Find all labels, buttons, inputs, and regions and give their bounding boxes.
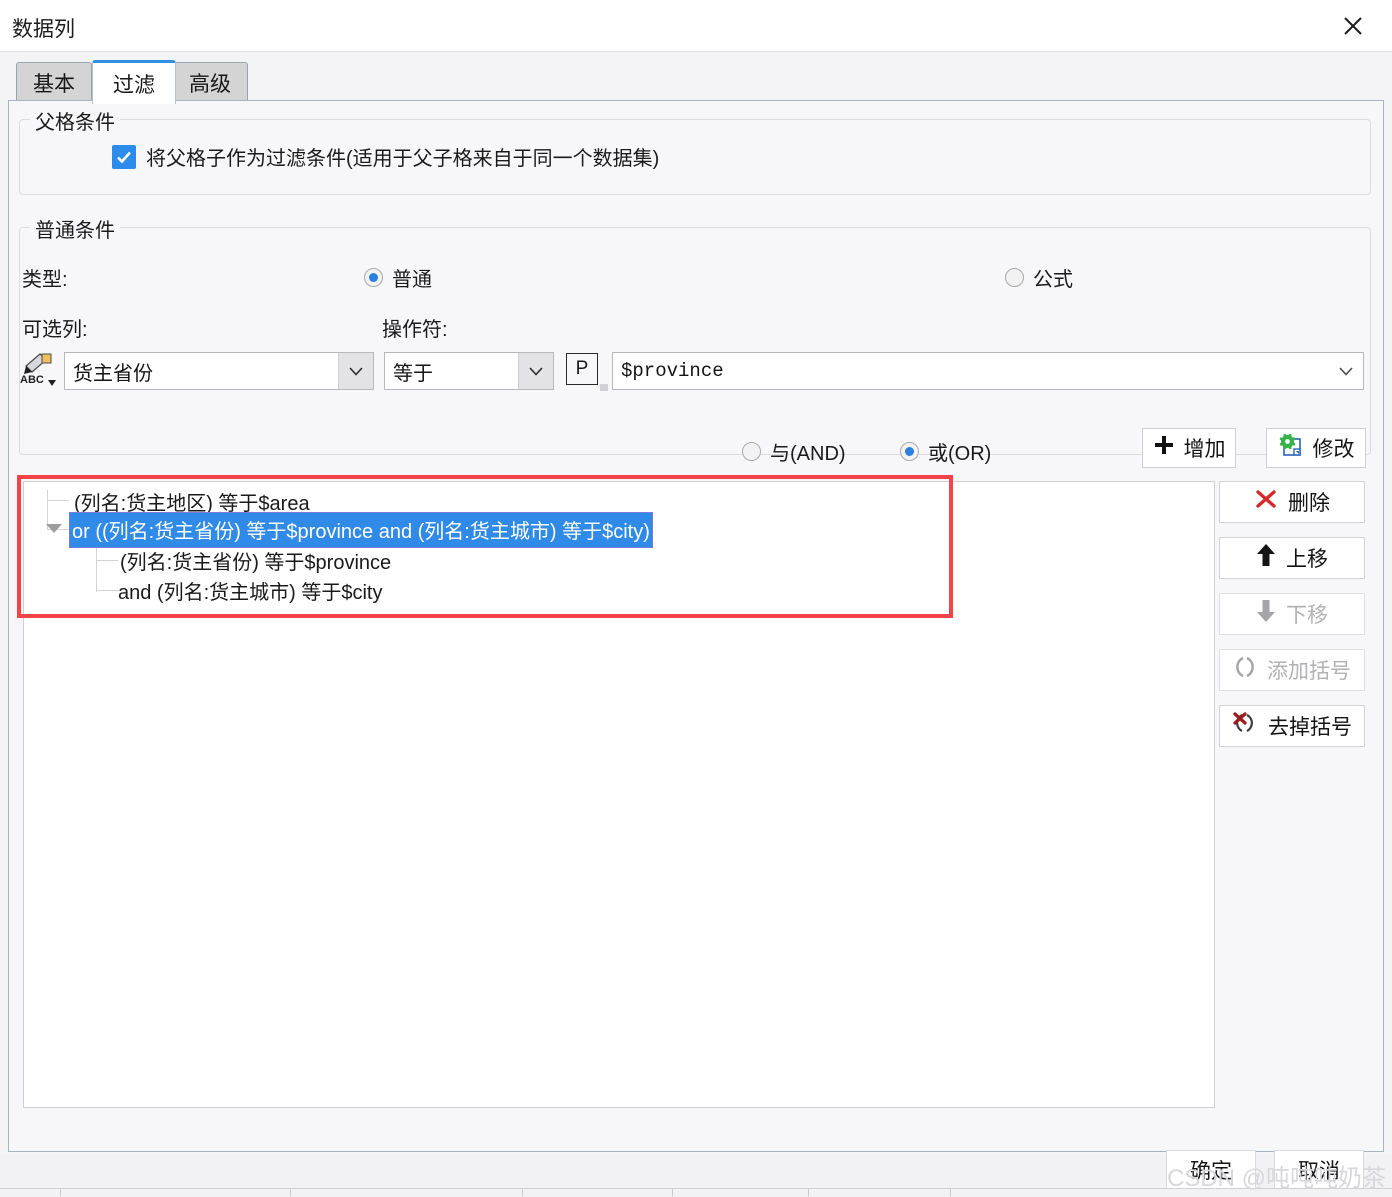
- bottom-tick: [672, 1189, 673, 1196]
- remove-parenthesis-button-label: 去掉括号: [1268, 716, 1352, 739]
- plus-icon: [1153, 434, 1175, 462]
- abc-column-icon: ABC: [18, 352, 62, 390]
- ok-button[interactable]: 确定: [1166, 1150, 1256, 1190]
- radio-normal[interactable]: [364, 268, 383, 287]
- tab-advanced[interactable]: 高级: [172, 62, 248, 102]
- svg-text:ABC: ABC: [20, 374, 44, 386]
- normal-condition-legend: 普通条件: [30, 214, 120, 243]
- radio-or[interactable]: [900, 442, 919, 461]
- logic-radio-and[interactable]: 与(AND): [742, 437, 846, 466]
- add-condition-label: 增加: [1183, 438, 1226, 461]
- close-icon[interactable]: [1322, 0, 1384, 51]
- expand-triangle-icon[interactable]: [46, 524, 62, 533]
- column-combo-value: 货主省份: [73, 362, 153, 385]
- condition-tree-panel[interactable]: (列名:货主地区) 等于$area or ((列名:货主省份) 等于$provi…: [23, 481, 1215, 1108]
- tree-row[interactable]: and (列名:货主城市) 等于$city: [118, 575, 382, 605]
- arrow-up-icon: [1256, 543, 1276, 573]
- value-combo-value: $province: [621, 360, 724, 382]
- delete-button[interactable]: 删除: [1219, 481, 1365, 523]
- move-up-button-label: 上移: [1286, 548, 1328, 571]
- tree-row-text: (列名:货主省份) 等于$province: [120, 551, 392, 574]
- tree-row-text: (列名:货主地区) 等于$area: [74, 492, 310, 515]
- move-up-button[interactable]: 上移: [1219, 537, 1365, 579]
- parent-condition-legend: 父格条件: [30, 106, 120, 135]
- radio-formula-label: 公式: [1033, 269, 1073, 291]
- add-parenthesis-button: 添加括号: [1219, 649, 1365, 691]
- radio-formula[interactable]: [1005, 268, 1024, 287]
- tree-row[interactable]: or ((列名:货主省份) 等于$province and (列名:货主城市) …: [69, 512, 653, 548]
- modify-condition-button[interactable]: 修改: [1266, 428, 1366, 468]
- parent-condition-group: 父格条件 将父格子作为过滤条件(适用于父子格来自于同一个数据集): [19, 106, 1371, 195]
- bottom-tick: [522, 1189, 523, 1196]
- move-down-button-label: 下移: [1286, 604, 1328, 627]
- parenthesis-icon: [1233, 656, 1257, 684]
- add-condition-button[interactable]: 增加: [1142, 428, 1236, 468]
- tree-line: [96, 590, 118, 591]
- type-radio-normal[interactable]: 普通: [364, 263, 432, 292]
- type-label: 类型:: [22, 269, 68, 291]
- tab-filter[interactable]: 过滤: [92, 60, 176, 104]
- add-parenthesis-button-label: 添加括号: [1267, 660, 1351, 683]
- data-column-dialog: 数据列 基本 过滤 高级 父格条件 将父格子作为过滤条件(适用于父子格来自于同一…: [0, 0, 1392, 1197]
- operator-combo-value: 等于: [393, 362, 433, 385]
- column-combo[interactable]: 货主省份: [64, 352, 374, 390]
- chevron-down-icon[interactable]: [518, 353, 553, 389]
- parameter-button[interactable]: P: [566, 353, 598, 385]
- logic-radio-or[interactable]: 或(OR): [900, 437, 991, 466]
- tree-line: [47, 500, 69, 501]
- bottom-tick: [290, 1189, 291, 1196]
- red-x-icon: [1254, 488, 1278, 516]
- bottom-tick: [950, 1189, 951, 1196]
- remove-parenthesis-icon: [1232, 712, 1258, 740]
- operator-combo[interactable]: 等于: [384, 352, 554, 390]
- tab-basic[interactable]: 基本: [16, 62, 92, 102]
- cancel-button[interactable]: 取消: [1274, 1150, 1364, 1190]
- bottom-tick: [60, 1189, 61, 1196]
- radio-and[interactable]: [742, 442, 761, 461]
- window-title: 数据列: [12, 18, 75, 41]
- parent-filter-checkbox[interactable]: [112, 144, 136, 169]
- arrow-down-icon: [1256, 599, 1276, 629]
- tree-row[interactable]: (列名:货主省份) 等于$province: [120, 545, 391, 575]
- move-down-button: 下移: [1219, 593, 1365, 635]
- gear-icon: [1278, 433, 1304, 463]
- radio-normal-label: 普通: [392, 269, 432, 291]
- type-radio-formula[interactable]: 公式: [1005, 263, 1073, 292]
- tree-row-text: or ((列名:货主省份) 等于$province and (列名:货主城市) …: [69, 512, 653, 548]
- radio-and-label: 与(AND): [770, 443, 846, 465]
- parent-filter-checkbox-label: 将父格子作为过滤条件(适用于父子格来自于同一个数据集): [146, 148, 660, 170]
- column-label: 可选列:: [22, 319, 88, 341]
- modify-condition-label: 修改: [1312, 438, 1355, 461]
- tree-row[interactable]: (列名:货主地区) 等于$area: [74, 486, 310, 516]
- title-bar: 数据列: [0, 0, 1392, 52]
- parent-filter-checkbox-row: 将父格子作为过滤条件(适用于父子格来自于同一个数据集): [112, 142, 659, 171]
- value-combo[interactable]: $province: [612, 352, 1364, 390]
- chevron-down-icon[interactable]: [1329, 353, 1363, 389]
- tab-strip: 基本 过滤 高级: [0, 52, 1392, 104]
- chevron-down-icon[interactable]: [338, 353, 373, 389]
- remove-parenthesis-button[interactable]: 去掉括号: [1219, 705, 1365, 747]
- delete-button-label: 删除: [1288, 492, 1330, 515]
- bottom-tick: [808, 1189, 809, 1196]
- radio-or-label: 或(OR): [928, 443, 992, 465]
- parameter-button-shadow: [600, 384, 608, 391]
- operator-label: 操作符:: [382, 319, 448, 341]
- normal-condition-group: 普通条件: [19, 214, 1371, 455]
- tree-line: [96, 560, 118, 561]
- tree-row-text: and (列名:货主城市) 等于$city: [118, 581, 383, 604]
